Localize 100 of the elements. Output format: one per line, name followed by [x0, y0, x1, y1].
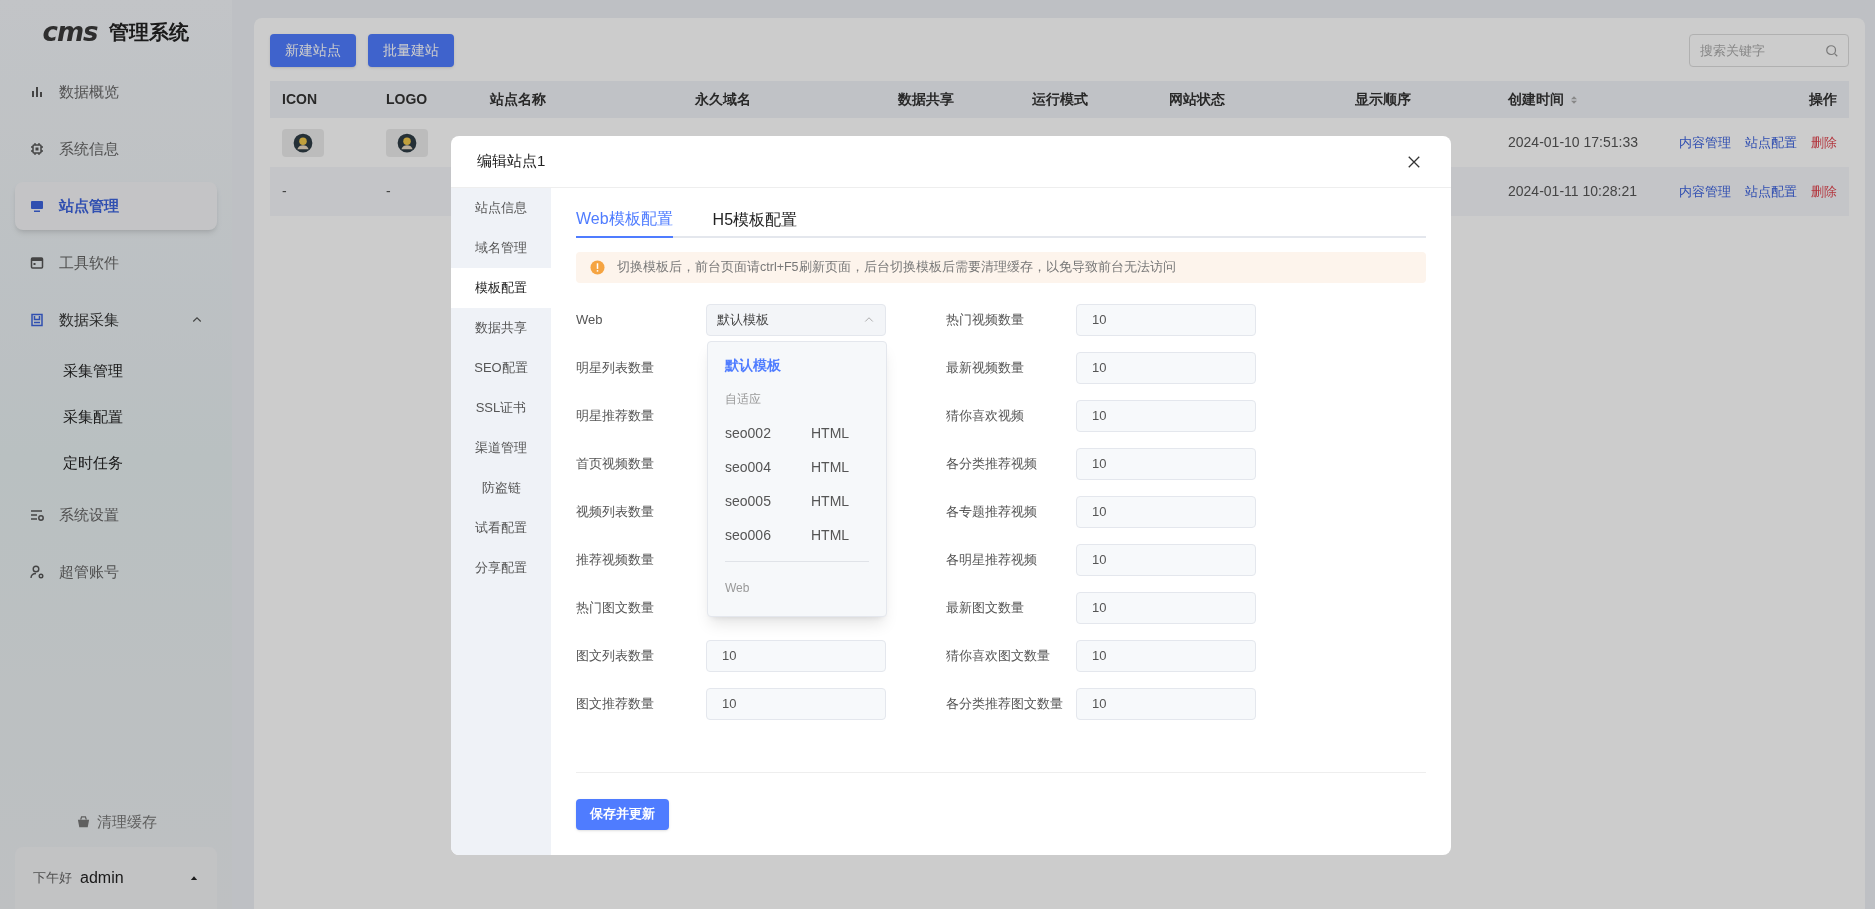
input-field[interactable]: 10: [1076, 688, 1256, 720]
warning-icon: [590, 260, 605, 275]
dialog-nav-item[interactable]: 模板配置: [451, 268, 551, 308]
chip-icon: [29, 141, 45, 157]
settings-list-icon: [29, 507, 45, 523]
action-link[interactable]: 内容管理: [1679, 132, 1731, 153]
nav-subitem[interactable]: 采集管理: [15, 351, 217, 392]
field-label: 推荐视频数量: [576, 551, 655, 570]
column-header: 运行模式: [1031, 90, 1089, 109]
field-label: 热门图文数量: [576, 599, 655, 618]
action-link[interactable]: 内容管理: [1679, 181, 1731, 202]
field-label: 猜你喜欢图文数量: [946, 647, 1051, 666]
dropdown-option[interactable]: seo006 HTML: [708, 518, 886, 552]
logo: cms: [42, 19, 98, 45]
input-field[interactable]: 10: [1076, 640, 1256, 672]
bar-chart-icon: [29, 84, 45, 100]
monitor-icon: [29, 198, 45, 214]
alert-message: 切换模板后，前台页面请ctrl+F5刷新页面，后台切换模板后需要清理缓存，以免导致前台无法访问: [617, 259, 1176, 277]
dropdown-option[interactable]: seo002 HTML: [708, 416, 886, 450]
column-header: 创建时间: [1496, 81, 1686, 118]
action-link[interactable]: 站点配置: [1745, 181, 1797, 202]
table-cell-text: -: [282, 182, 287, 201]
template-select[interactable]: 默认模板: [706, 304, 886, 336]
window-icon: [29, 255, 45, 271]
dialog-nav-item[interactable]: 数据共享: [451, 308, 551, 348]
person-icon: [397, 132, 417, 153]
field-label: 各明星推荐视频: [946, 551, 1038, 570]
field-label: 图文列表数量: [576, 647, 655, 666]
field-label: 各专题推荐视频: [946, 503, 1038, 522]
dialog-nav-item[interactable]: SSL证书: [451, 388, 551, 428]
tab[interactable]: H5模板配置: [712, 202, 798, 238]
field-label: 明星推荐数量: [576, 407, 655, 426]
nav-subitem[interactable]: 定时任务: [15, 443, 217, 484]
dialog-nav-item[interactable]: SEO配置: [451, 348, 551, 388]
date-cell-text: 2024-01-11 10:28:21: [1507, 182, 1638, 201]
basket-icon: [75, 814, 91, 830]
field-label: 热门视频数量: [946, 311, 1025, 330]
user-gear-icon: [29, 564, 45, 580]
app-title: 管理系统: [109, 20, 190, 45]
column-header: 操作: [1808, 90, 1838, 109]
column-header: ICON: [281, 90, 318, 109]
date-cell-text: 2024-01-10 17:51:33: [1507, 133, 1639, 152]
nav-item[interactable]: 工具软件: [15, 239, 217, 287]
input-field[interactable]: 10: [1076, 352, 1256, 384]
nav-item[interactable]: 数据概览: [15, 68, 217, 116]
column-header: 数据共享: [897, 90, 955, 109]
input-field[interactable]: 10: [1076, 304, 1256, 336]
clear-cache-button[interactable]: 清理缓存: [75, 810, 157, 833]
field-label: 猜你喜欢视频: [946, 407, 1025, 426]
nav-subitem[interactable]: 采集配置: [15, 397, 217, 438]
nav-item[interactable]: 站点管理: [15, 182, 217, 230]
save-tray-icon: [29, 312, 45, 328]
input-field[interactable]: 10: [706, 688, 886, 720]
column-header: LOGO: [385, 90, 429, 109]
field-label: 图文推荐数量: [576, 695, 655, 714]
action-link[interactable]: 删除: [1811, 132, 1837, 153]
dialog-nav-item[interactable]: 渠道管理: [451, 428, 551, 468]
field-label: 最新视频数量: [946, 359, 1025, 378]
option-group-label: Web: [724, 580, 751, 597]
dialog-nav-item[interactable]: 防盗链: [451, 468, 551, 508]
input-field[interactable]: 10: [1076, 496, 1256, 528]
nav-item[interactable]: 系统信息: [15, 125, 217, 173]
field-label: Web: [576, 311, 604, 330]
input-field[interactable]: 10: [1076, 400, 1256, 432]
nav-item[interactable]: 超管账号: [15, 548, 217, 596]
dropdown-option[interactable]: seo005 HTML: [708, 484, 886, 518]
column-header: 显示顺序: [1354, 90, 1412, 109]
column-header: 网站状态: [1168, 90, 1226, 109]
toolbar-button[interactable]: 新建站点: [270, 34, 356, 67]
input-field[interactable]: 10: [1076, 448, 1256, 480]
save-button[interactable]: 保存并更新: [576, 798, 669, 830]
field-label: 各分类推荐图文数量: [946, 695, 1064, 714]
greeting: 下午好: [33, 869, 72, 888]
tab[interactable]: Web模板配置: [576, 202, 673, 238]
user-name: admin: [80, 868, 125, 888]
nav-item[interactable]: 系统设置: [15, 491, 217, 539]
search-field[interactable]: 搜索关键字: [1689, 34, 1849, 67]
dropdown-option[interactable]: seo004 HTML: [708, 450, 886, 484]
dialog-nav-item[interactable]: 站点信息: [451, 188, 551, 228]
column-header: 站点名称: [489, 90, 547, 109]
close-icon: [1407, 154, 1421, 169]
field-label: 首页视频数量: [576, 455, 655, 474]
field-label: 最新图文数量: [946, 599, 1025, 618]
field-label: 各分类推荐视频: [946, 455, 1038, 474]
field-label: 视频列表数量: [576, 503, 655, 522]
table-cell-text: -: [386, 182, 391, 201]
dialog-title: 编辑站点1: [477, 151, 547, 172]
dialog-nav-item[interactable]: 分享配置: [451, 548, 551, 588]
action-link[interactable]: 站点配置: [1745, 132, 1797, 153]
dialog-nav-item[interactable]: 域名管理: [451, 228, 551, 268]
field-label: 明星列表数量: [576, 359, 655, 378]
input-field[interactable]: 10: [706, 640, 886, 672]
input-field[interactable]: 10: [1076, 592, 1256, 624]
option-group-label: 自适应: [724, 391, 762, 408]
nav-item[interactable]: 数据采集: [15, 296, 217, 344]
toolbar-button[interactable]: 批量建站: [368, 34, 454, 67]
action-link[interactable]: 删除: [1811, 181, 1837, 202]
dialog-nav-item[interactable]: 试看配置: [451, 508, 551, 548]
input-field[interactable]: 10: [1076, 544, 1256, 576]
column-header: 永久域名: [694, 90, 752, 109]
